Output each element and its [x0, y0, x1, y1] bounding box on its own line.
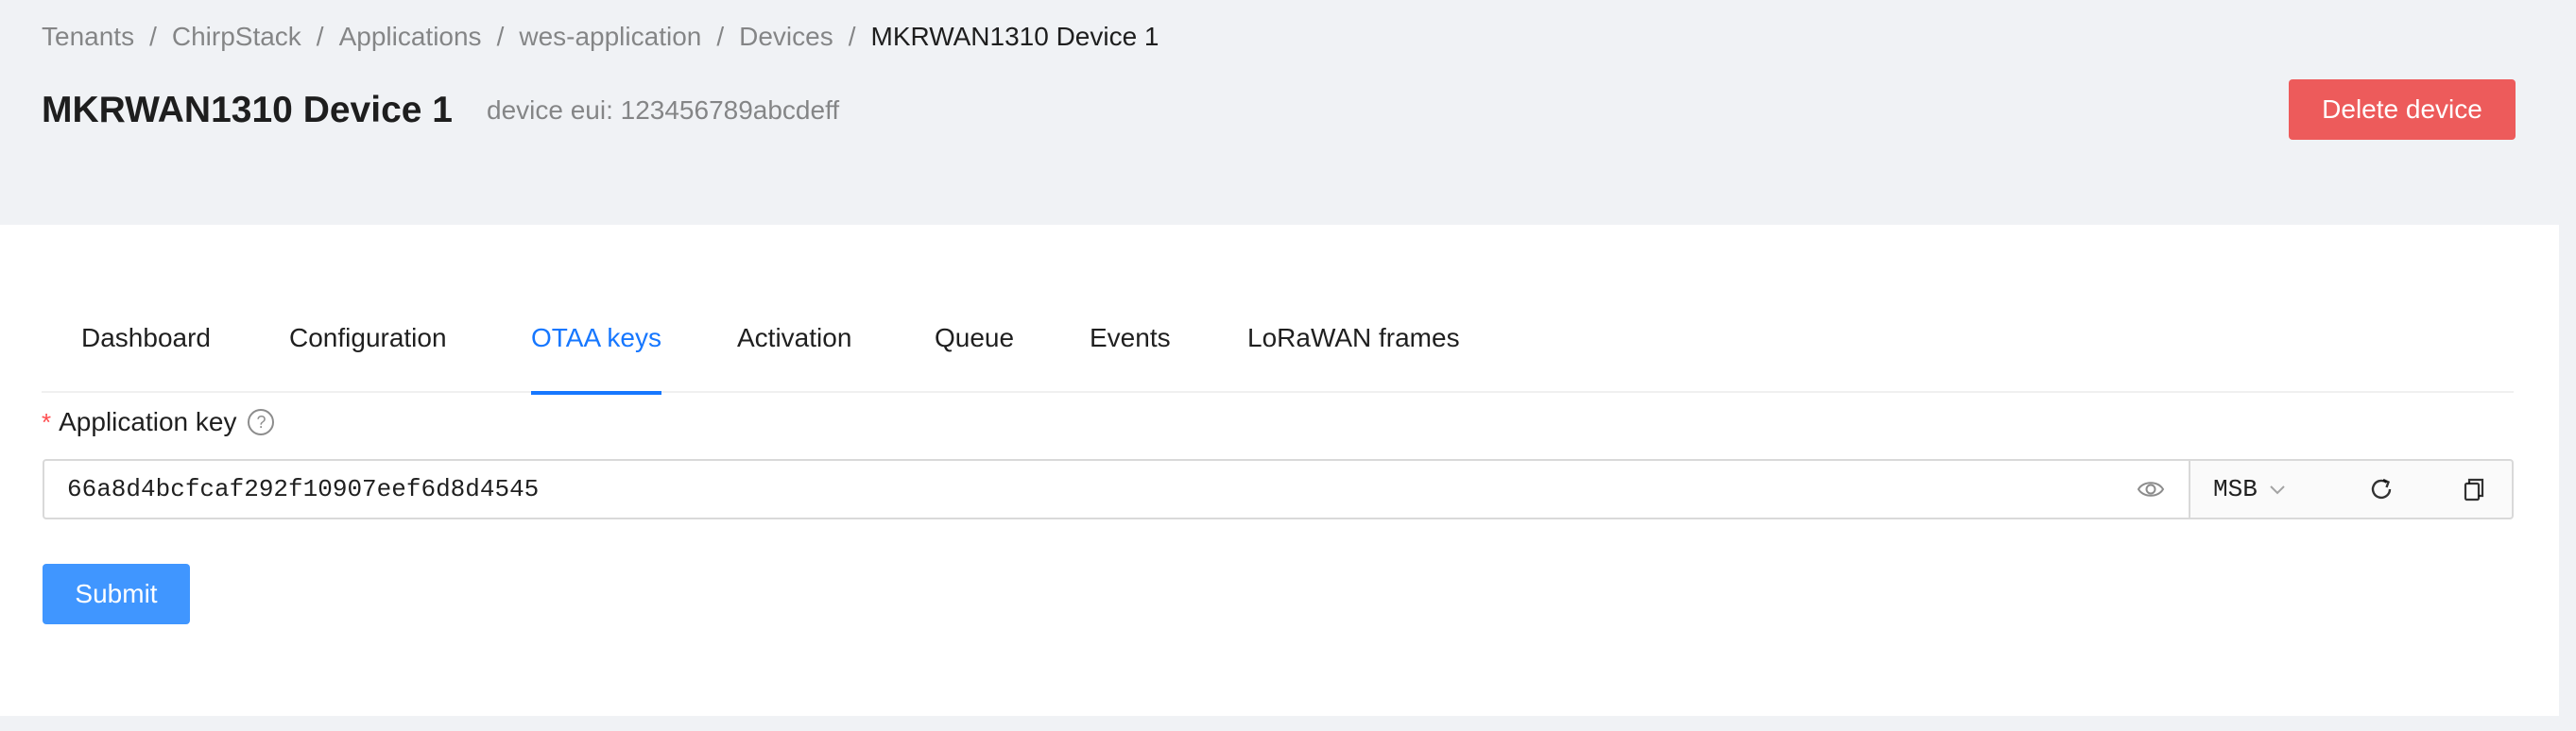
question-circle-icon[interactable]: ?	[248, 409, 275, 435]
tab-configuration[interactable]: Configuration	[289, 283, 447, 393]
breadcrumb-tenants[interactable]: Tenants	[42, 21, 134, 53]
tab-queue[interactable]: Queue	[935, 283, 1014, 393]
application-key-input[interactable]	[67, 475, 2136, 503]
application-key-label: Application key	[59, 407, 237, 436]
byte-order-value: MSB	[2213, 475, 2258, 503]
breadcrumb-applications[interactable]: Applications	[339, 21, 482, 53]
application-key-input-wrapper	[43, 459, 2190, 519]
regenerate-key-button[interactable]	[2351, 461, 2412, 518]
tab-events[interactable]: Events	[1090, 283, 1171, 393]
application-key-label-row: * Application key ?	[42, 406, 275, 438]
tab-lorawan-frames[interactable]: LoRaWAN frames	[1247, 283, 1460, 393]
tab-dashboard[interactable]: Dashboard	[81, 283, 211, 393]
copy-key-button[interactable]	[2444, 461, 2504, 518]
key-actions-addon: MSB	[2190, 459, 2514, 519]
breadcrumb-devices[interactable]: Devices	[739, 21, 833, 53]
tab-bar: Dashboard Configuration OTAA keys Activa…	[42, 283, 2514, 395]
chevron-down-icon	[2270, 485, 2285, 495]
breadcrumb-separator: /	[316, 22, 324, 51]
breadcrumb: Tenants / ChirpStack / Applications / we…	[42, 21, 1159, 53]
breadcrumb-tenant[interactable]: ChirpStack	[172, 21, 301, 53]
eye-icon[interactable]	[2136, 474, 2166, 504]
page-title: MKRWAN1310 Device 1	[42, 90, 453, 130]
application-key-input-group: MSB	[43, 459, 2514, 519]
breadcrumb-application[interactable]: wes-application	[519, 21, 701, 53]
breadcrumb-current: MKRWAN1310 Device 1	[870, 22, 1159, 51]
device-card: Dashboard Configuration OTAA keys Activa…	[0, 225, 2559, 716]
breadcrumb-separator: /	[149, 22, 157, 51]
delete-device-button[interactable]: Delete device	[2289, 79, 2516, 140]
tab-otaa-keys[interactable]: OTAA keys	[531, 283, 661, 395]
breadcrumb-separator: /	[716, 22, 725, 51]
breadcrumb-separator: /	[496, 22, 505, 51]
submit-button[interactable]: Submit	[43, 564, 190, 624]
tab-activation[interactable]: Activation	[737, 283, 851, 393]
required-mark: *	[42, 408, 52, 436]
refresh-icon	[2371, 478, 2392, 500]
device-eui-subtitle: device eui: 123456789abcdeff	[487, 95, 840, 125]
breadcrumb-separator: /	[848, 22, 856, 51]
copy-icon	[2464, 478, 2484, 502]
byte-order-select[interactable]: MSB	[2213, 461, 2288, 518]
